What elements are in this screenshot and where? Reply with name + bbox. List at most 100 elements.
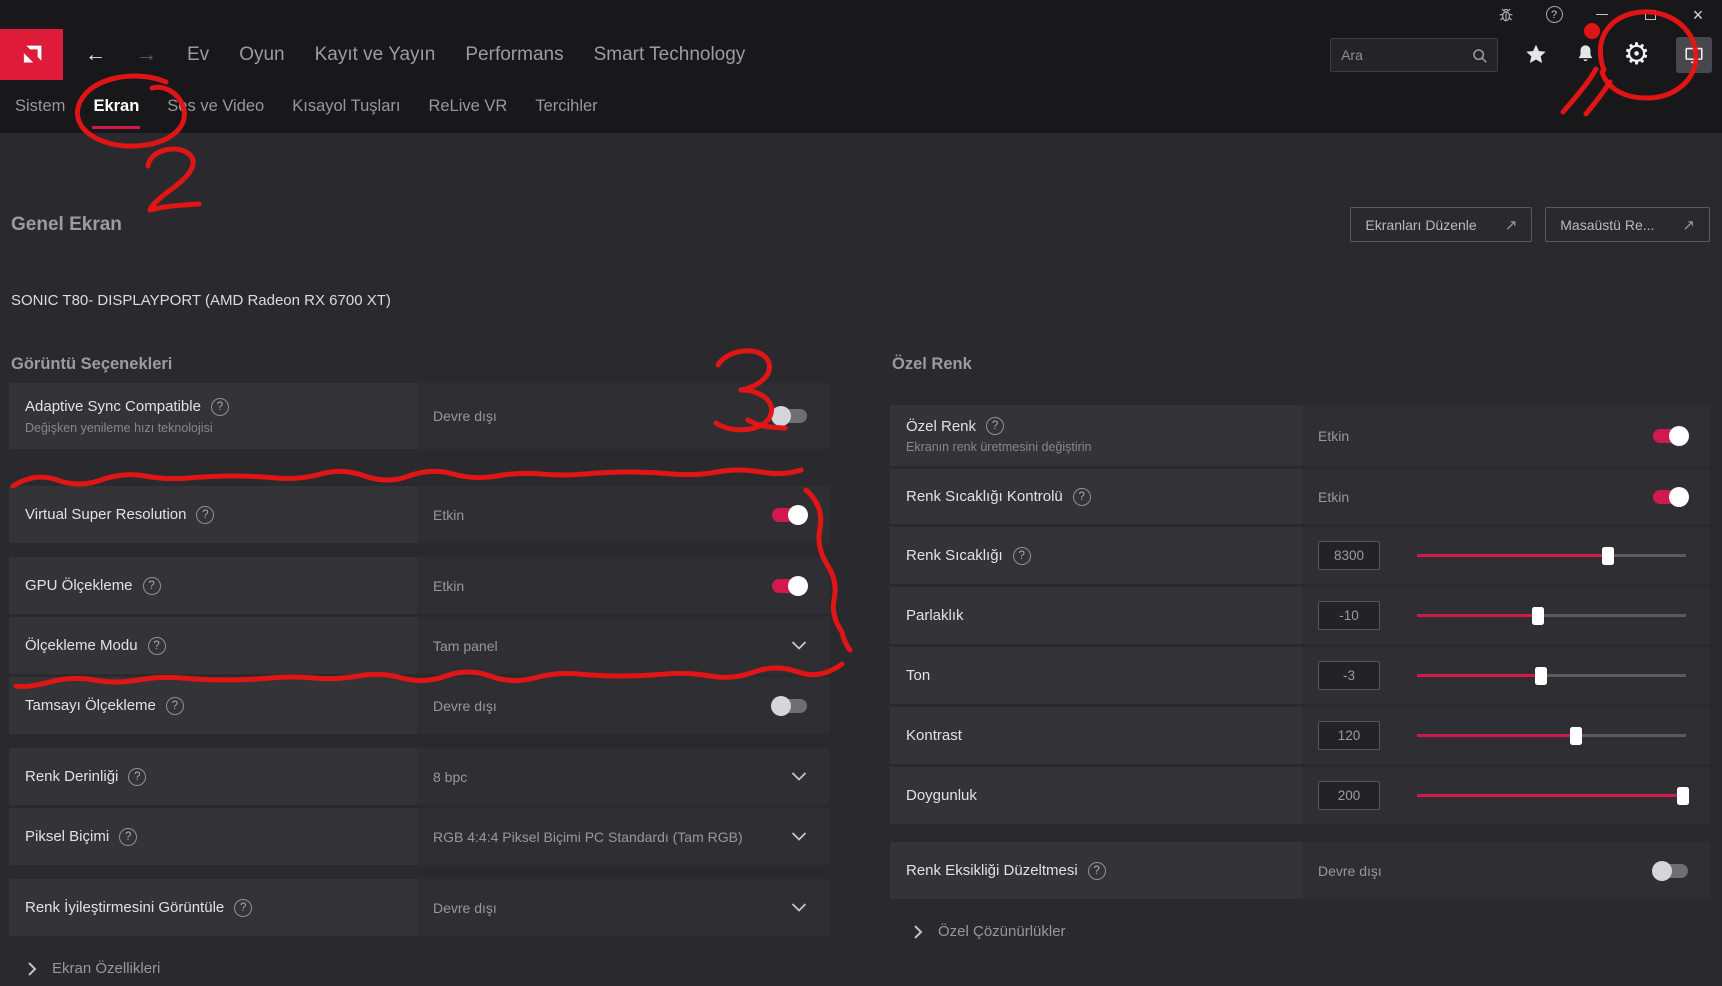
row-ozel-renk: Özel Renk ? Ekranın renk üretmesini deği… [890, 405, 1710, 466]
setting-value: Devre dışı [1318, 863, 1382, 879]
setting-label: Ton [906, 667, 930, 684]
masaustu-button[interactable]: Masaüstü Re... ↗ [1545, 207, 1710, 242]
row-renk-sicakligi: Renk Sıcaklığı ? [890, 527, 1710, 584]
toggle-renk-eksikligi-duzeltmesi[interactable] [1653, 864, 1688, 878]
setting-label: Renk Derinliği [25, 768, 118, 785]
connect-display-button[interactable] [1676, 37, 1712, 73]
nav-tab-ev[interactable]: Ev [187, 44, 209, 66]
tab-relive-vr[interactable]: ReLive VR [414, 80, 521, 133]
tab-ses-ve-video[interactable]: Ses ve Video [153, 80, 278, 133]
parlaklik-input[interactable] [1318, 601, 1380, 630]
slider-thumb[interactable] [1532, 607, 1544, 625]
label-area: Renk Derinliği ? [9, 748, 417, 805]
ekran-ozellikleri-expander[interactable]: Ekran Özellikleri [9, 960, 829, 977]
toggle-knob [788, 576, 808, 596]
header-actions: Ekranları Düzenle ↗ Masaüstü Re... ↗ [1350, 207, 1710, 242]
help-icon[interactable]: ? [143, 577, 161, 595]
slider-fill [1417, 734, 1576, 737]
ton-slider[interactable] [1417, 666, 1686, 686]
settings-gear-button[interactable]: ⚙ [1623, 40, 1650, 70]
value-area: 8 bpc [417, 748, 829, 805]
search-box[interactable] [1330, 38, 1498, 72]
slider-thumb[interactable] [1677, 787, 1689, 805]
toggle-tamsayi-olcekleme[interactable] [772, 699, 807, 713]
renk-sicakligi-slider[interactable] [1417, 546, 1686, 566]
minimize-button[interactable] [1578, 0, 1626, 29]
parlaklik-slider[interactable] [1417, 606, 1686, 626]
nav-tab-oyun[interactable]: Oyun [239, 44, 284, 66]
favorites-star-button[interactable] [1524, 43, 1548, 67]
display-identifier: SONIC T80- DISPLAYPORT (AMD Radeon RX 67… [11, 292, 1710, 309]
toggle-knob [771, 696, 791, 716]
toggle-virtual-super-resolution[interactable] [772, 508, 807, 522]
toggle-renk-sicakligi-kontrolu[interactable] [1653, 490, 1688, 504]
help-icon[interactable]: ? [196, 506, 214, 524]
maximize-button[interactable] [1626, 0, 1674, 29]
chevron-down-icon[interactable] [791, 903, 807, 912]
kontrast-input[interactable] [1318, 721, 1380, 750]
notifications-bell-icon [1574, 43, 1597, 66]
nav-tab-kayit-ve-yayin[interactable]: Kayıt ve Yayın [315, 44, 436, 66]
doygunluk-input[interactable] [1318, 781, 1380, 810]
setting-label: Piksel Biçimi [25, 828, 109, 845]
help-icon[interactable]: ? [986, 417, 1004, 435]
notifications-bell-button[interactable] [1574, 43, 1597, 66]
help-icon[interactable]: ? [1013, 547, 1031, 565]
amd-logo[interactable] [0, 29, 63, 80]
setting-subtitle: Ekranın renk üretmesini değiştirin [906, 440, 1286, 454]
toggle-ozel-renk[interactable] [1653, 429, 1688, 443]
value-area: Etkin [417, 557, 829, 614]
help-icon[interactable]: ? [119, 828, 137, 846]
value-area: Tam panel [417, 617, 829, 674]
row-renk-sicakligi-kontrolu: Renk Sıcaklığı Kontrolü ? Etkin [890, 469, 1710, 524]
kontrast-slider[interactable] [1417, 726, 1686, 746]
favorites-star-icon [1524, 43, 1548, 67]
tab-label: Ekran [93, 97, 139, 116]
page-header: Genel Ekran Ekranları Düzenle ↗ Masaüstü… [9, 207, 1710, 242]
ozel-cozunurlukler-expander[interactable]: Özel Çözünürlükler [890, 923, 1710, 940]
chevron-down-icon[interactable] [791, 772, 807, 781]
external-link-icon: ↗ [1682, 216, 1695, 234]
label-area: Renk Sıcaklığı ? [890, 527, 1302, 584]
setting-label: Doygunluk [906, 787, 977, 804]
help-icon[interactable]: ? [211, 398, 229, 416]
close-button[interactable]: × [1674, 0, 1722, 29]
tab-sistem[interactable]: Sistem [1, 80, 79, 133]
label-area: Renk İyileştirmesini Görüntüle ? [9, 879, 417, 936]
nav-tab-smart-technology[interactable]: Smart Technology [594, 44, 746, 66]
renk-sicakligi-input[interactable] [1318, 541, 1380, 570]
help-icon[interactable]: ? [128, 768, 146, 786]
help-icon[interactable]: ? [1088, 862, 1106, 880]
chevron-down-icon[interactable] [791, 832, 807, 841]
help-icon[interactable]: ? [148, 637, 166, 655]
help-icon[interactable]: ? [166, 697, 184, 715]
titlebar: ? × [0, 0, 1722, 29]
slider-thumb[interactable] [1602, 547, 1614, 565]
forward-button[interactable]: → [136, 43, 157, 67]
nav-tab-performans[interactable]: Performans [465, 44, 563, 66]
toggle-gpu-olcekleme[interactable] [772, 579, 807, 593]
report-bug-button[interactable] [1482, 0, 1530, 29]
question-icon: ? [1546, 6, 1563, 23]
section-title: Görüntü Seçenekleri [11, 355, 829, 374]
help-icon[interactable]: ? [234, 899, 252, 917]
toggle-knob [1669, 426, 1689, 446]
ekranlari-duzenle-button[interactable]: Ekranları Düzenle ↗ [1350, 207, 1532, 242]
tab-ekran[interactable]: Ekran [79, 80, 153, 133]
chevron-down-icon[interactable] [791, 641, 807, 650]
value-area: Etkin [1302, 469, 1710, 524]
tab-tercihler[interactable]: Tercihler [521, 80, 611, 133]
titlebar-help-button[interactable]: ? [1530, 0, 1578, 29]
slider-thumb[interactable] [1570, 727, 1582, 745]
toggle-adaptive-sync[interactable] [772, 409, 807, 423]
toggle-knob [771, 406, 791, 426]
row-virtual-super-resolution: Virtual Super Resolution ? Etkin [9, 486, 829, 543]
help-icon[interactable]: ? [1073, 488, 1091, 506]
slider-thumb[interactable] [1535, 667, 1547, 685]
tab-label: Ses ve Video [167, 97, 264, 116]
tab-kisayol-tuslari[interactable]: Kısayol Tuşları [278, 80, 414, 133]
setting-value: Devre dışı [433, 408, 497, 424]
ton-input[interactable] [1318, 661, 1380, 690]
back-button[interactable]: ← [85, 43, 106, 67]
doygunluk-slider[interactable] [1417, 786, 1686, 806]
